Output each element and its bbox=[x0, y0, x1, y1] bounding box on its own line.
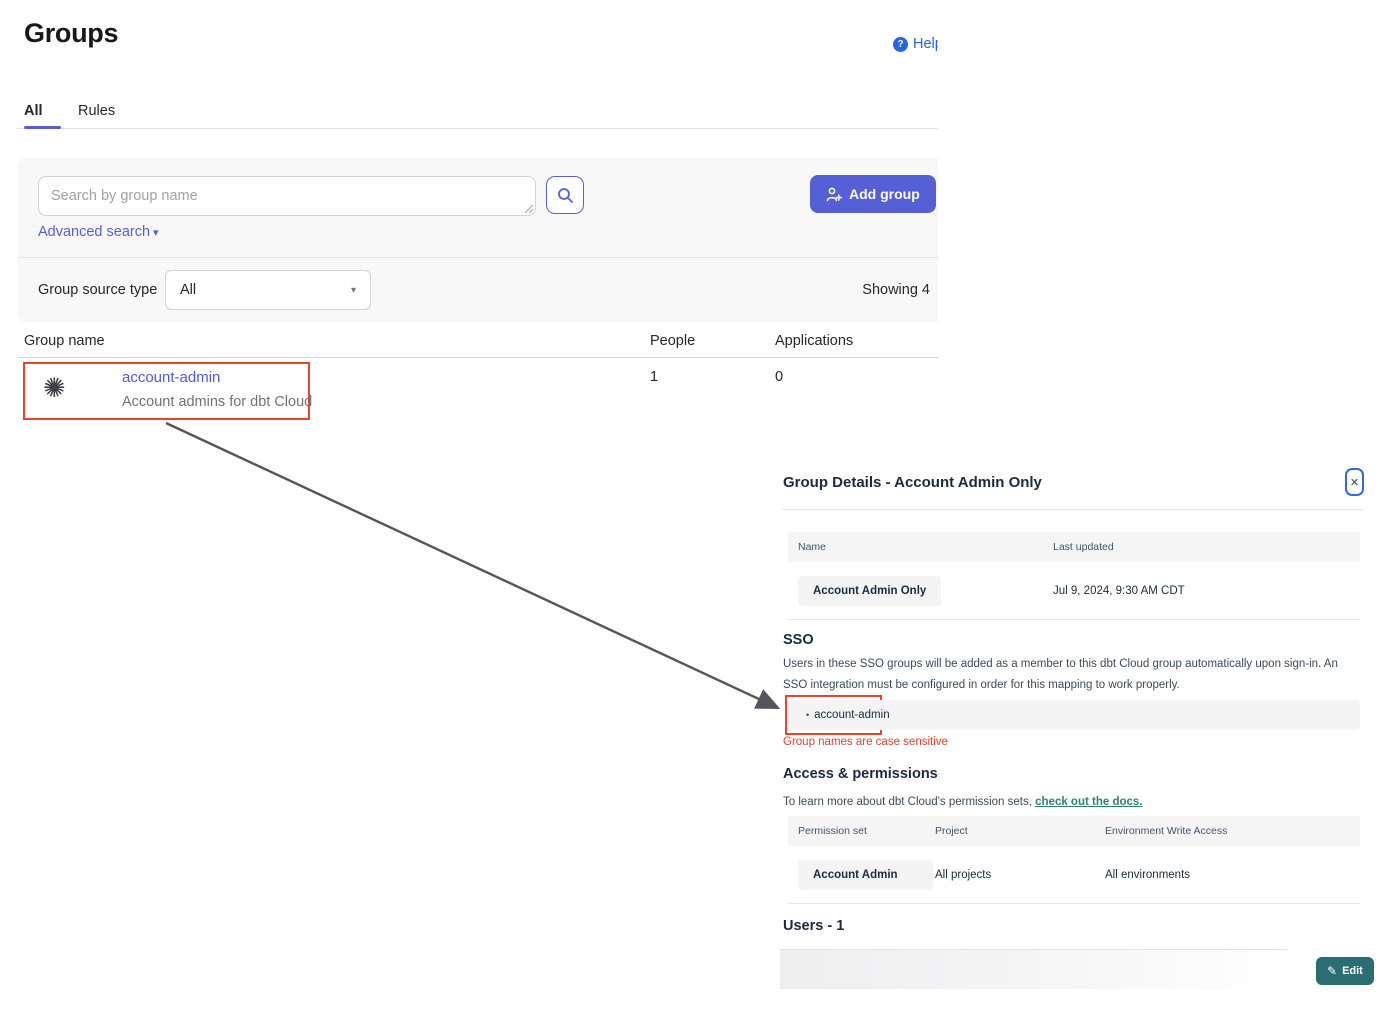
permissions-table: Permission set Project Environment Write… bbox=[788, 816, 1360, 904]
group-name-link[interactable]: account-admin bbox=[122, 369, 220, 386]
tab-all[interactable]: All bbox=[24, 103, 43, 119]
search-input[interactable] bbox=[38, 176, 536, 216]
column-header-applications: Applications bbox=[775, 333, 853, 349]
environment-write-access-column-header: Environment Write Access bbox=[1105, 825, 1360, 837]
group-people-count: 1 bbox=[650, 369, 658, 385]
edit-button[interactable]: ✎ Edit bbox=[1316, 957, 1374, 985]
add-user-icon bbox=[826, 187, 842, 202]
group-gear-icon: ✺ bbox=[43, 375, 66, 402]
permission-set-column-header: Permission set bbox=[788, 825, 935, 837]
sso-group-tag: account-admin bbox=[814, 709, 889, 721]
group-source-type-label: Group source type bbox=[38, 282, 157, 298]
docs-link[interactable]: check out the docs. bbox=[1035, 796, 1142, 808]
last-updated-value: Jul 9, 2024, 9:30 AM CDT bbox=[1053, 585, 1360, 597]
name-table-row: Account Admin Only Jul 9, 2024, 9:30 AM … bbox=[788, 562, 1360, 620]
project-value: All projects bbox=[935, 869, 1105, 881]
access-permissions-heading: Access & permissions bbox=[783, 766, 938, 782]
users-heading: Users - 1 bbox=[783, 918, 844, 934]
page-title: Groups bbox=[24, 18, 118, 49]
group-source-type-select[interactable]: All ▾ bbox=[165, 270, 371, 310]
advanced-search-link[interactable]: Advanced search▾ bbox=[38, 224, 159, 240]
screenshot-stage: Groups ? Help All Rules bbox=[0, 0, 1386, 1009]
close-button[interactable]: ✕ bbox=[1345, 468, 1364, 496]
bullet-icon: • bbox=[806, 710, 809, 720]
filter-panel: Advanced search▾ Add group Group source … bbox=[18, 158, 938, 322]
permissions-description: To learn more about dbt Cloud's permissi… bbox=[783, 792, 1360, 813]
close-icon: ✕ bbox=[1350, 476, 1359, 489]
project-column-header: Project bbox=[935, 825, 1105, 837]
advanced-search-label: Advanced search bbox=[38, 224, 150, 240]
pencil-icon: ✎ bbox=[1327, 964, 1337, 978]
name-table-header: Name Last updated bbox=[788, 532, 1360, 562]
showing-count: Showing 4 bbox=[862, 282, 930, 298]
search-icon bbox=[557, 187, 574, 204]
tab-rules[interactable]: Rules bbox=[78, 103, 115, 119]
table-header-divider bbox=[18, 357, 938, 358]
permission-set-chip: Account Admin bbox=[798, 860, 933, 890]
column-header-group-name: Group name bbox=[24, 333, 105, 349]
caret-down-icon: ▾ bbox=[153, 227, 159, 239]
filter-panel-divider bbox=[18, 257, 938, 258]
tab-divider bbox=[17, 128, 938, 129]
group-source-type-value: All bbox=[180, 282, 196, 298]
edit-label: Edit bbox=[1342, 965, 1363, 977]
column-header-people: People bbox=[650, 333, 695, 349]
permissions-description-text: To learn more about dbt Cloud's permissi… bbox=[783, 796, 1035, 808]
details-divider bbox=[782, 509, 1363, 510]
last-updated-column-header: Last updated bbox=[1053, 541, 1360, 553]
permissions-table-header: Permission set Project Environment Write… bbox=[788, 816, 1360, 846]
help-label: Help bbox=[913, 36, 938, 52]
group-applications-count: 0 bbox=[775, 369, 783, 385]
help-question-icon: ? bbox=[893, 37, 908, 52]
help-link[interactable]: ? Help bbox=[893, 36, 938, 52]
add-group-button[interactable]: Add group bbox=[810, 175, 936, 213]
select-caret-icon: ▾ bbox=[351, 285, 356, 296]
group-description: Account admins for dbt Cloud bbox=[122, 394, 312, 410]
environment-write-access-value: All environments bbox=[1105, 869, 1360, 881]
group-name-chip: Account Admin Only bbox=[798, 576, 941, 606]
groups-page: Groups ? Help All Rules bbox=[0, 0, 938, 460]
group-details-panel: Group Details - Account Admin Only ✕ Nam… bbox=[782, 460, 1366, 1009]
sso-group-item: • account-admin bbox=[788, 700, 1360, 730]
permissions-table-row: Account Admin All projects All environme… bbox=[788, 846, 1360, 904]
add-group-label: Add group bbox=[849, 186, 920, 202]
sso-description: Users in these SSO groups will be added … bbox=[783, 654, 1360, 697]
name-table: Name Last updated Account Admin Only Jul… bbox=[788, 532, 1360, 620]
case-sensitive-warning: Group names are case sensitive bbox=[783, 736, 948, 748]
sso-heading: SSO bbox=[783, 632, 814, 648]
active-tab-underline bbox=[24, 126, 61, 129]
name-column-header: Name bbox=[788, 541, 1053, 553]
details-title: Group Details - Account Admin Only bbox=[783, 474, 1042, 491]
details-footer-bar bbox=[780, 949, 1287, 989]
search-button[interactable] bbox=[546, 176, 584, 214]
